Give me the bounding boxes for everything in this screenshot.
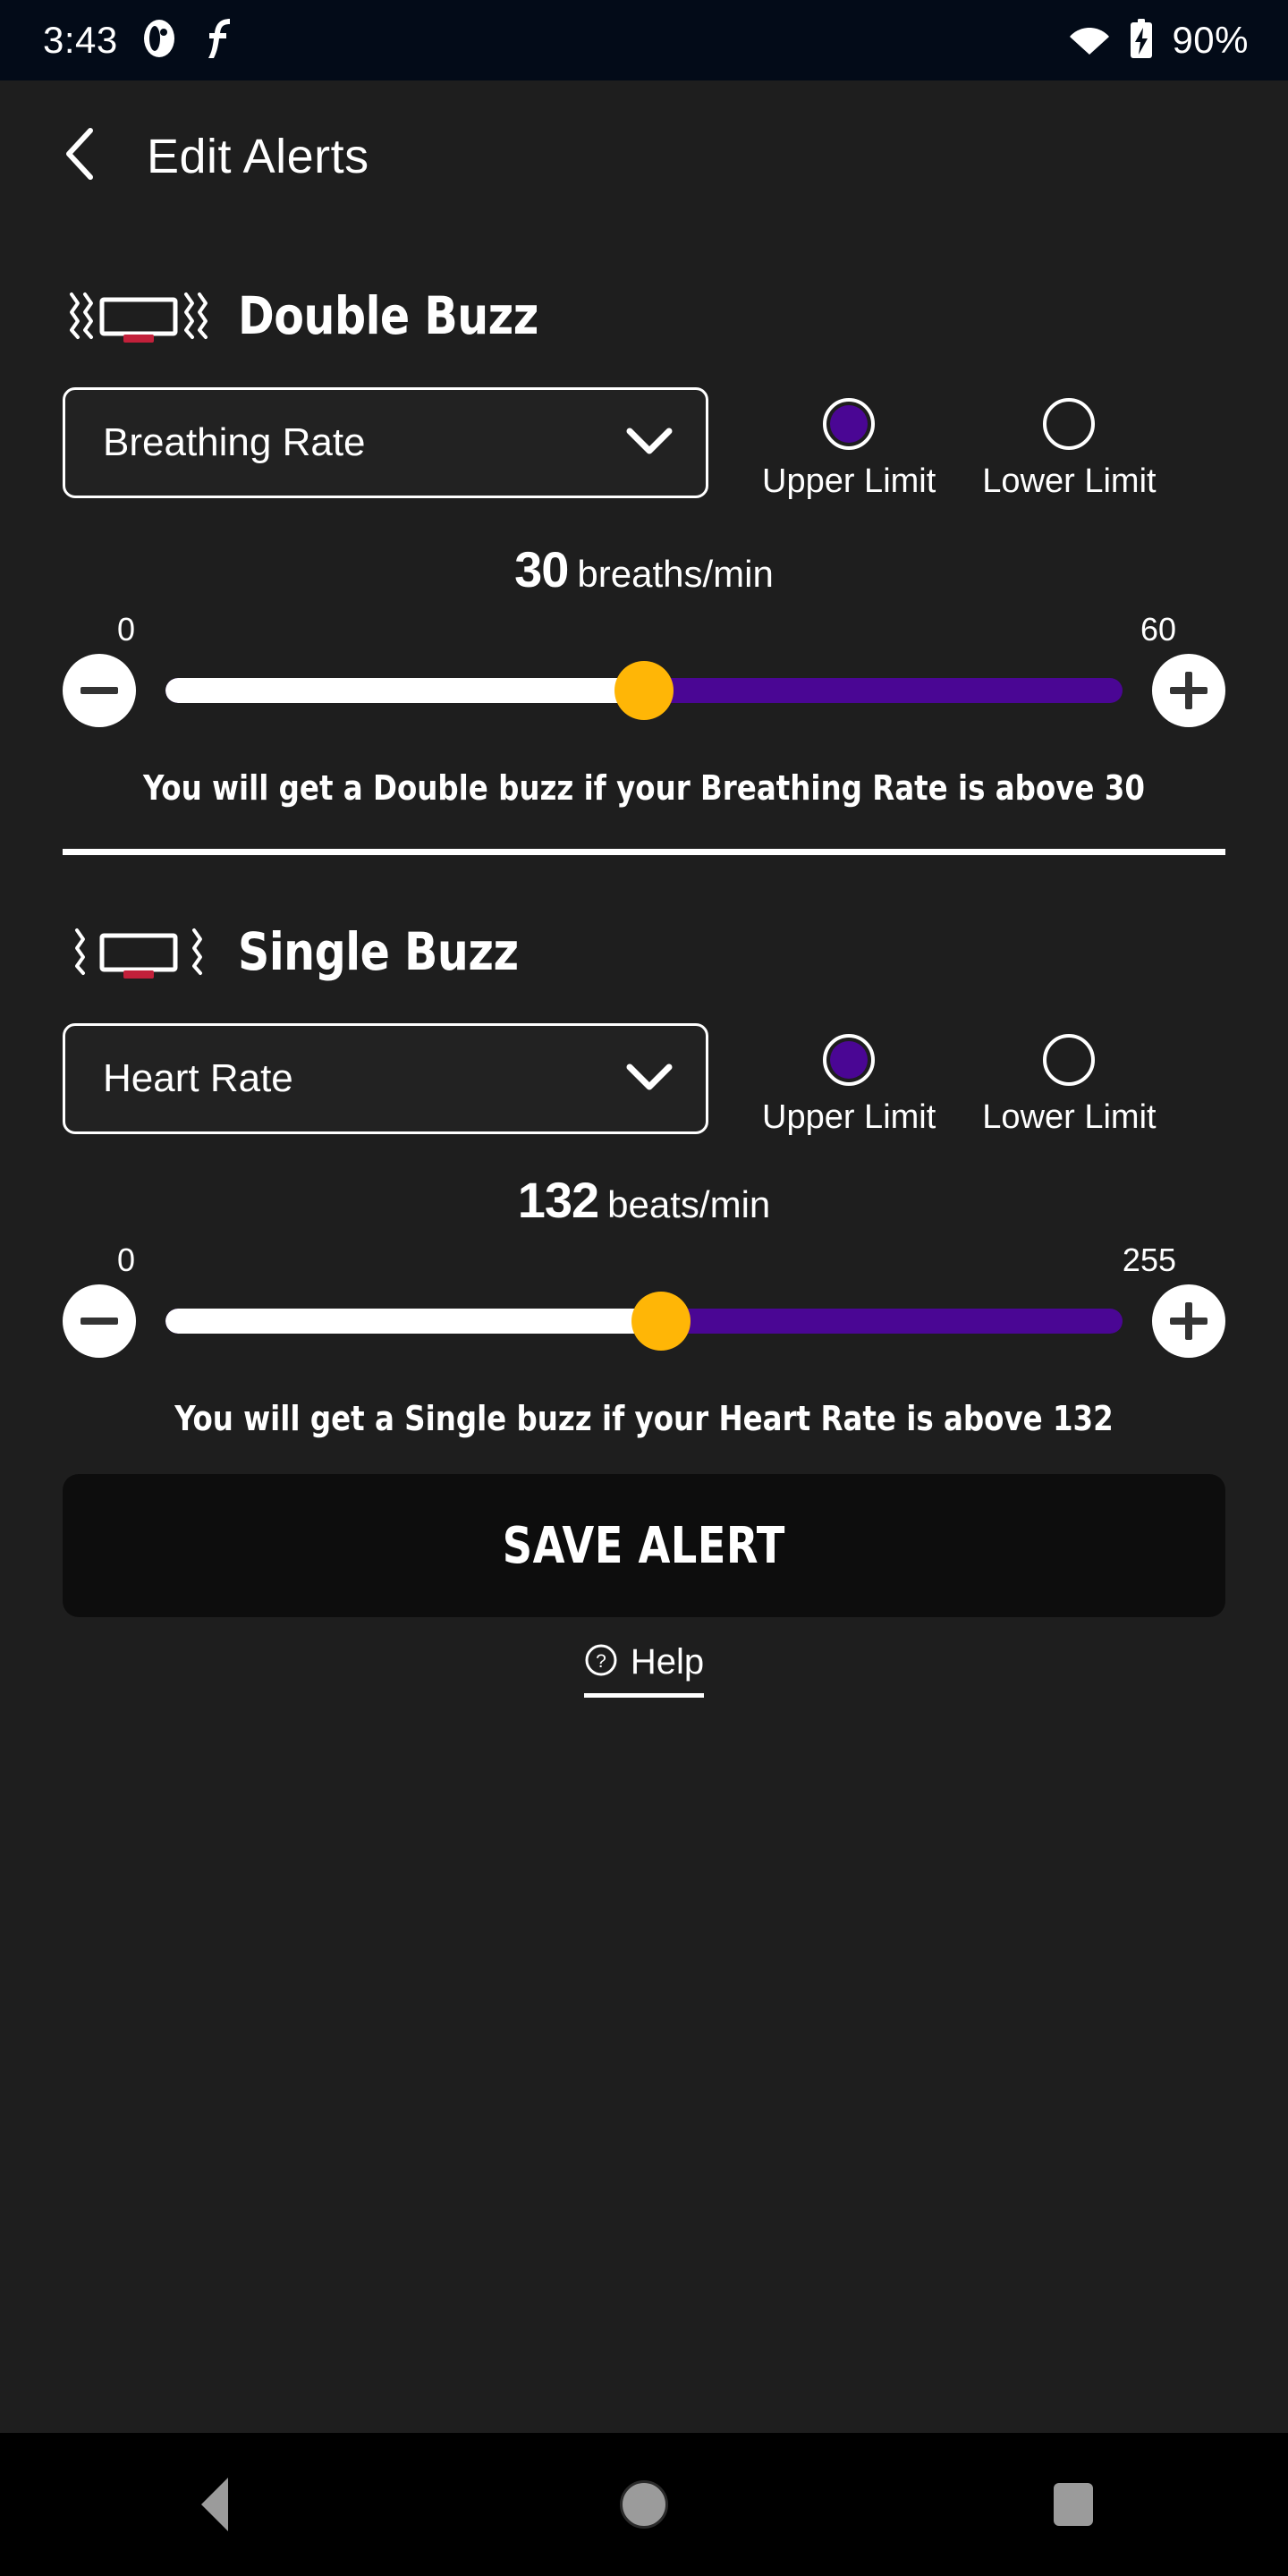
script-f-app-icon	[200, 16, 236, 65]
radio-upper-limit-circle	[823, 1034, 876, 1086]
double-buzz-section: Double Buzz Breathing Rate Upper Limit L…	[63, 282, 1225, 808]
radio-upper-limit[interactable]: Upper Limit	[762, 1034, 936, 1137]
slider-track-area[interactable]	[165, 654, 1123, 727]
radio-upper-limit-label: Upper Limit	[762, 462, 936, 500]
page-title: Edit Alerts	[147, 129, 369, 183]
limit-radio-group: Upper Limit Lower Limit	[762, 387, 1157, 501]
svg-text:?: ?	[596, 1651, 606, 1672]
radio-lower-limit-label: Lower Limit	[982, 1098, 1157, 1136]
value-number: 132	[517, 1172, 599, 1228]
section-title: Double Buzz	[238, 285, 538, 346]
chevron-down-icon	[625, 426, 674, 461]
single-buzz-header: Single Buzz	[63, 918, 1225, 986]
value-readout: 132 beats/min	[63, 1171, 1225, 1229]
double-buzz-slider-block: 0 60	[63, 611, 1225, 727]
slider-max-label: 255	[1122, 1241, 1176, 1278]
battery-percent-label: 90%	[1172, 19, 1249, 61]
metric-dropdown[interactable]: Breathing Rate	[63, 387, 708, 498]
minus-icon	[80, 1302, 118, 1340]
value-unit: breaths/min	[577, 553, 774, 595]
status-bar-right: 90%	[1068, 17, 1249, 64]
vibration-double-icon	[63, 282, 215, 350]
radio-upper-limit-label: Upper Limit	[762, 1098, 936, 1136]
section-title: Single Buzz	[238, 921, 519, 982]
save-alert-label: SAVE ALERT	[502, 1516, 786, 1575]
phone-screen: 3:43 90% Edit Alerts Double Buzz Breathi…	[0, 0, 1288, 2576]
increment-button[interactable]	[1152, 1284, 1225, 1358]
decrement-button[interactable]	[63, 654, 136, 727]
android-nav-bar	[0, 2433, 1288, 2576]
slider-thumb[interactable]	[631, 1292, 691, 1351]
radio-lower-limit-circle	[1043, 398, 1096, 450]
main-content: Double Buzz Breathing Rate Upper Limit L…	[0, 212, 1288, 2433]
single-buzz-control-row: Heart Rate Upper Limit Lower Limit	[63, 1023, 1225, 1137]
nav-back-button[interactable]	[148, 2460, 282, 2549]
value-number: 30	[514, 541, 569, 597]
bottom-spacer	[63, 1698, 1225, 1805]
slider-max-label: 60	[1140, 611, 1176, 648]
wifi-icon	[1068, 21, 1111, 61]
slider-track-area[interactable]	[165, 1284, 1123, 1358]
slider-scale: 0 255	[112, 1241, 1176, 1281]
chevron-down-icon	[625, 1062, 674, 1097]
status-bar: 3:43 90%	[0, 0, 1288, 80]
increment-button[interactable]	[1152, 654, 1225, 727]
decrement-button[interactable]	[63, 1284, 136, 1358]
vibration-single-icon	[63, 918, 215, 986]
nav-recents-icon	[1054, 2483, 1093, 2526]
radio-upper-limit[interactable]: Upper Limit	[762, 398, 936, 501]
slider-min-label: 0	[117, 611, 136, 648]
radio-upper-limit-circle	[823, 398, 876, 450]
nav-recents-button[interactable]	[1006, 2460, 1140, 2549]
value-unit: beats/min	[607, 1183, 771, 1225]
slider-min-label: 0	[117, 1241, 136, 1278]
double-buzz-header: Double Buzz	[63, 282, 1225, 350]
single-buzz-section: Single Buzz Heart Rate Upper Limit Lower…	[63, 918, 1225, 1438]
help-label: Help	[630, 1642, 705, 1682]
slider-row	[63, 1284, 1225, 1358]
metric-dropdown-value: Breathing Rate	[103, 420, 366, 464]
double-buzz-control-row: Breathing Rate Upper Limit Lower Limit	[63, 387, 1225, 501]
plus-icon	[1170, 1302, 1208, 1340]
ghost-app-icon	[141, 18, 177, 64]
nav-home-button[interactable]	[577, 2460, 711, 2549]
status-bar-left: 3:43	[43, 16, 236, 65]
buzz-description: You will get a Single buzz if your Heart…	[174, 1399, 1114, 1438]
minus-icon	[80, 672, 118, 709]
radio-lower-limit-label: Lower Limit	[982, 462, 1157, 500]
plus-icon	[1170, 672, 1208, 709]
help-row: ? Help	[63, 1642, 1225, 1698]
save-alert-button[interactable]: SAVE ALERT	[63, 1474, 1225, 1617]
single-buzz-slider-block: 0 255	[63, 1241, 1225, 1358]
chevron-left-icon	[62, 125, 101, 187]
slider-thumb[interactable]	[614, 661, 674, 720]
metric-dropdown[interactable]: Heart Rate	[63, 1023, 708, 1134]
slider-track-fill	[165, 678, 644, 703]
status-clock: 3:43	[43, 19, 118, 61]
app-bar: Edit Alerts	[0, 100, 1288, 212]
radio-lower-limit[interactable]: Lower Limit	[982, 1034, 1157, 1137]
buzz-description: You will get a Double buzz if your Breat…	[143, 768, 1145, 808]
slider-scale: 0 60	[112, 611, 1176, 650]
radio-lower-limit-circle	[1043, 1034, 1096, 1086]
section-divider	[63, 849, 1225, 855]
value-readout: 30 breaths/min	[63, 540, 1225, 598]
back-button[interactable]	[54, 128, 109, 184]
nav-home-icon	[620, 2480, 668, 2529]
help-link[interactable]: ? Help	[583, 1642, 705, 1698]
metric-dropdown-value: Heart Rate	[103, 1056, 293, 1100]
limit-radio-group: Upper Limit Lower Limit	[762, 1023, 1157, 1137]
nav-back-icon	[201, 2478, 228, 2531]
slider-track-fill	[165, 1309, 662, 1334]
slider-row	[63, 654, 1225, 727]
radio-lower-limit[interactable]: Lower Limit	[982, 398, 1157, 501]
question-circle-icon: ?	[584, 1643, 618, 1682]
battery-charging-icon	[1127, 17, 1156, 64]
